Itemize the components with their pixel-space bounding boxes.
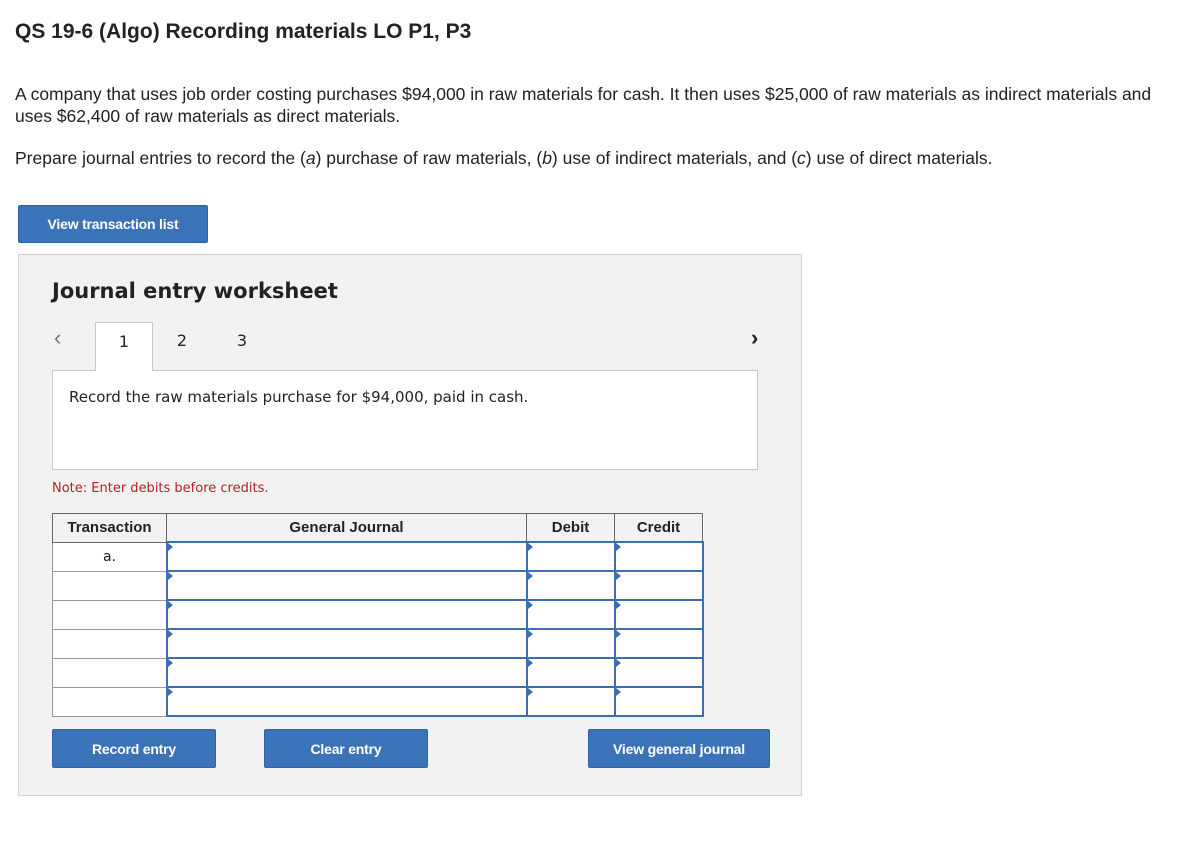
tab-1[interactable]: 1 (95, 322, 153, 371)
entry-note: Note: Enter debits before credits. (52, 481, 269, 496)
header-transaction: Transaction (52, 513, 167, 543)
debit-input[interactable] (525, 541, 616, 572)
transaction-cell: a. (52, 541, 167, 572)
view-general-journal-button[interactable]: View general journal (588, 729, 770, 768)
debit-input[interactable] (525, 570, 616, 601)
page-title: QS 19-6 (Algo) Recording materials LO P1… (15, 20, 472, 43)
credit-input[interactable] (613, 570, 704, 601)
table-row (52, 599, 704, 630)
credit-input[interactable] (613, 599, 704, 630)
transaction-description: Record the raw materials purchase for $9… (69, 388, 529, 406)
transaction-description-box: Record the raw materials purchase for $9… (52, 370, 758, 470)
header-credit: Credit (614, 513, 703, 543)
worksheet-title: Journal entry worksheet (52, 279, 338, 303)
account-input[interactable] (165, 657, 528, 688)
account-input[interactable] (165, 628, 528, 659)
clear-entry-button[interactable]: Clear entry (264, 729, 428, 768)
table-row (52, 657, 704, 688)
account-input[interactable] (165, 541, 528, 572)
header-debit: Debit (526, 513, 615, 543)
journal-entry-worksheet: Journal entry worksheet ‹ › 1 2 3 Record… (18, 254, 802, 796)
table-row (52, 686, 704, 717)
debit-input[interactable] (525, 657, 616, 688)
chevron-right-icon[interactable]: › (751, 325, 758, 351)
transaction-cell (52, 657, 167, 688)
credit-input[interactable] (613, 657, 704, 688)
tab-2[interactable]: 2 (153, 322, 211, 370)
transaction-cell (52, 570, 167, 601)
record-entry-button[interactable]: Record entry (52, 729, 216, 768)
credit-input[interactable] (613, 686, 704, 717)
chevron-left-icon[interactable]: ‹ (54, 325, 61, 351)
account-input[interactable] (165, 599, 528, 630)
problem-statement: A company that uses job order costing pu… (15, 84, 1152, 126)
journal-entry-table: Transaction General Journal Debit Credit… (52, 513, 704, 717)
view-transaction-list-button[interactable]: View transaction list (18, 205, 208, 243)
transaction-cell (52, 628, 167, 659)
credit-input[interactable] (613, 541, 704, 572)
transaction-cell (52, 686, 167, 717)
transaction-cell (52, 599, 167, 630)
header-general-journal: General Journal (166, 513, 527, 543)
debit-input[interactable] (525, 686, 616, 717)
table-row (52, 570, 704, 601)
debit-input[interactable] (525, 628, 616, 659)
credit-input[interactable] (613, 628, 704, 659)
table-row: a. (52, 541, 704, 572)
debit-input[interactable] (525, 599, 616, 630)
account-input[interactable] (165, 686, 528, 717)
table-row (52, 628, 704, 659)
tab-3[interactable]: 3 (213, 322, 271, 370)
account-input[interactable] (165, 570, 528, 601)
problem-instructions: Prepare journal entries to record the (a… (15, 148, 993, 168)
